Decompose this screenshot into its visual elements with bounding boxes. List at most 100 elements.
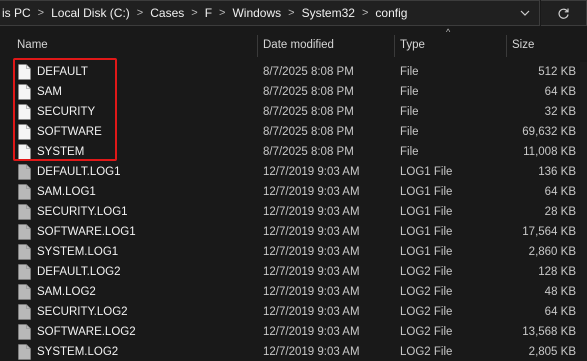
file-row[interactable]: SOFTWARE.LOG2 12/7/2019 9:03 AM LOG2 Fil… (0, 322, 587, 342)
file-type: LOG1 File (400, 226, 453, 238)
breadcrumb[interactable]: is PC > Local Disk (C:) > Cases > F > Wi… (0, 0, 540, 26)
file-date-modified: 12/7/2019 9:03 AM (263, 186, 360, 198)
breadcrumb-local-disk[interactable]: Local Disk (C:) (51, 6, 130, 20)
file-size: 64 KB (544, 186, 576, 198)
file-size: 17,564 KB (522, 226, 576, 238)
file-name: SECURITY.LOG2 (37, 306, 128, 318)
file-name: SOFTWARE (37, 126, 102, 138)
file-type: LOG2 File (400, 326, 453, 338)
chevron-down-icon[interactable] (512, 0, 538, 26)
file-date-modified: 12/7/2019 9:03 AM (263, 326, 360, 338)
file-row[interactable]: SAM 8/7/2025 8:08 PM File 64 KB (0, 82, 587, 102)
file-type: File (400, 126, 419, 138)
file-list: DEFAULT 8/7/2025 8:08 PM File 512 KB SAM… (0, 62, 587, 361)
file-name: DEFAULT.LOG2 (37, 266, 121, 278)
blank-file-icon (18, 104, 31, 120)
file-size: 48 KB (544, 286, 576, 298)
file-type: File (400, 146, 419, 158)
breadcrumb-chevron-icon[interactable]: > (362, 7, 368, 19)
blank-file-icon (18, 84, 31, 100)
file-row[interactable]: SAM.LOG2 12/7/2019 9:03 AM LOG2 File 48 … (0, 282, 587, 302)
file-row[interactable]: SECURITY.LOG2 12/7/2019 9:03 AM LOG2 Fil… (0, 302, 587, 322)
file-row[interactable]: SOFTWARE 8/7/2025 8:08 PM File 69,632 KB (0, 122, 587, 142)
file-row[interactable]: SECURITY 8/7/2025 8:08 PM File 32 KB (0, 102, 587, 122)
breadcrumb-chevron-icon[interactable]: > (288, 7, 294, 19)
file-type: LOG2 File (400, 286, 453, 298)
breadcrumb-f[interactable]: F (205, 6, 212, 20)
breadcrumb-cases[interactable]: Cases (150, 6, 184, 20)
breadcrumb-chevron-icon[interactable]: > (137, 7, 143, 19)
file-row[interactable]: SECURITY.LOG1 12/7/2019 9:03 AM LOG1 Fil… (0, 202, 587, 222)
file-type: File (400, 106, 419, 118)
log-file-icon (18, 264, 31, 280)
blank-file-icon (18, 64, 31, 80)
file-size: 2,805 KB (528, 346, 576, 358)
file-type: LOG2 File (400, 266, 453, 278)
breadcrumb-chevron-icon[interactable]: > (38, 7, 44, 19)
file-name: DEFAULT.LOG1 (37, 166, 121, 178)
file-row[interactable]: DEFAULT.LOG2 12/7/2019 9:03 AM LOG2 File… (0, 262, 587, 282)
file-date-modified: 12/7/2019 9:03 AM (263, 206, 360, 218)
breadcrumb-system32[interactable]: System32 (302, 6, 355, 20)
breadcrumb-windows[interactable]: Windows (232, 6, 281, 20)
file-date-modified: 8/7/2025 8:08 PM (263, 146, 354, 158)
file-name: SYSTEM.LOG1 (37, 246, 119, 258)
file-row[interactable]: SAM.LOG1 12/7/2019 9:03 AM LOG1 File 64 … (0, 182, 587, 202)
file-type: LOG2 File (400, 306, 453, 318)
file-type: File (400, 86, 419, 98)
column-header-row: Name Date modified Type Size (0, 32, 587, 58)
file-date-modified: 12/7/2019 9:03 AM (263, 286, 360, 298)
file-type: LOG1 File (400, 166, 453, 178)
file-name: SECURITY (37, 106, 96, 118)
log-file-icon (18, 344, 31, 360)
file-date-modified: 12/7/2019 9:03 AM (263, 226, 360, 238)
breadcrumb-chevron-icon[interactable]: > (219, 7, 225, 19)
blank-file-icon (18, 124, 31, 140)
address-bar: is PC > Local Disk (C:) > Cases > F > Wi… (0, 0, 587, 26)
vertical-scrollbar[interactable] (580, 62, 587, 361)
file-row[interactable]: DEFAULT 8/7/2025 8:08 PM File 512 KB (0, 62, 587, 82)
log-file-icon (18, 184, 31, 200)
file-size: 64 KB (544, 86, 576, 98)
file-row[interactable]: SYSTEM.LOG2 12/7/2019 9:03 AM LOG2 File … (0, 342, 587, 361)
column-header-name[interactable]: Name (11, 32, 256, 58)
file-type: File (400, 66, 419, 78)
file-date-modified: 8/7/2025 8:08 PM (263, 126, 354, 138)
file-row[interactable]: SOFTWARE.LOG1 12/7/2019 9:03 AM LOG1 Fil… (0, 222, 587, 242)
file-type: LOG1 File (400, 186, 453, 198)
file-name: SYSTEM (37, 146, 85, 158)
file-size: 32 KB (544, 106, 576, 118)
breadcrumb-this-pc[interactable]: is PC (2, 6, 31, 20)
file-size: 2,860 KB (528, 246, 576, 258)
refresh-icon[interactable] (541, 0, 587, 26)
file-date-modified: 8/7/2025 8:08 PM (263, 66, 354, 78)
file-name: SOFTWARE.LOG1 (37, 226, 136, 238)
file-date-modified: 12/7/2019 9:03 AM (263, 346, 360, 358)
file-size: 136 KB (538, 166, 576, 178)
log-file-icon (18, 204, 31, 220)
log-file-icon (18, 244, 31, 260)
file-row[interactable]: SYSTEM 8/7/2025 8:08 PM File 11,008 KB (0, 142, 587, 162)
file-size: 13,568 KB (522, 326, 576, 338)
file-name: SOFTWARE.LOG2 (37, 326, 136, 338)
file-date-modified: 8/7/2025 8:08 PM (263, 86, 354, 98)
file-type: LOG1 File (400, 246, 453, 258)
file-size: 28 KB (544, 206, 576, 218)
file-name: SAM (37, 86, 62, 98)
file-size: 64 KB (544, 306, 576, 318)
file-row[interactable]: SYSTEM.LOG1 12/7/2019 9:03 AM LOG1 File … (0, 242, 587, 262)
breadcrumb-chevron-icon[interactable]: > (191, 7, 197, 19)
breadcrumb-config[interactable]: config (375, 6, 407, 20)
file-date-modified: 12/7/2019 9:03 AM (263, 306, 360, 318)
file-name: SAM.LOG1 (37, 186, 96, 198)
blank-file-icon (18, 144, 31, 160)
log-file-icon (18, 164, 31, 180)
file-type: LOG2 File (400, 346, 453, 358)
file-date-modified: 12/7/2019 9:03 AM (263, 166, 360, 178)
column-header-size[interactable]: Size (506, 32, 587, 58)
file-row[interactable]: DEFAULT.LOG1 12/7/2019 9:03 AM LOG1 File… (0, 162, 587, 182)
file-size: 69,632 KB (522, 126, 576, 138)
file-size: 11,008 KB (523, 146, 576, 158)
file-name: SECURITY.LOG1 (37, 206, 128, 218)
column-header-date-modified[interactable]: Date modified (257, 32, 394, 58)
